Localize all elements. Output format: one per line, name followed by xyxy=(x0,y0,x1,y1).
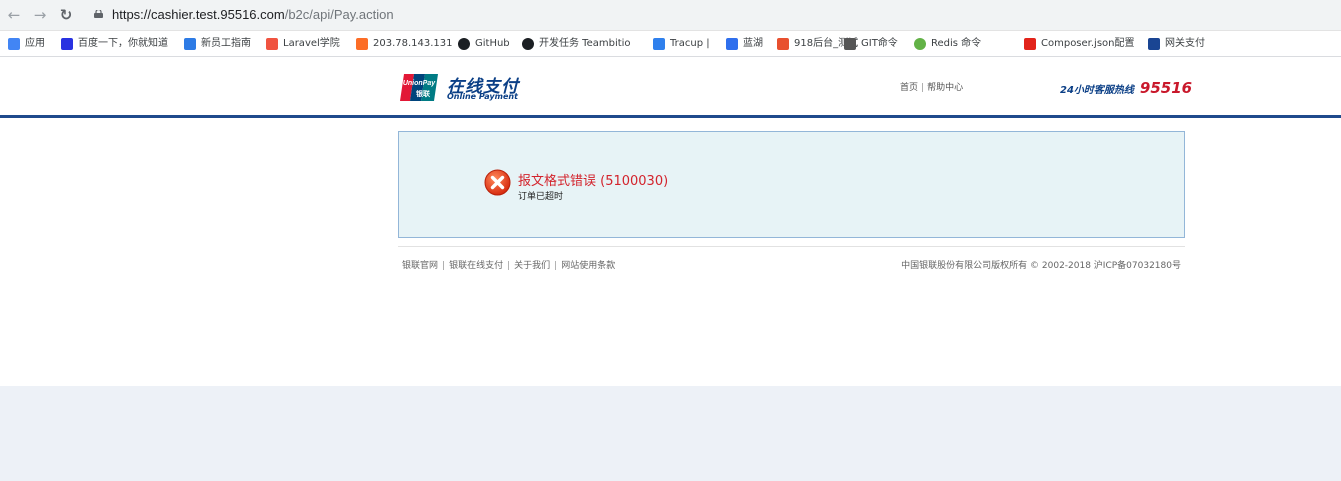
footer-link-unionpay-site[interactable]: 银联官网 xyxy=(402,261,438,271)
top-nav: 首页 | 帮助中心 xyxy=(900,80,963,93)
bookmark-item[interactable]: 203.78.143.131 xyxy=(356,36,453,52)
bookmark-item[interactable]: Tracup | xyxy=(653,36,710,52)
bookmark-item[interactable]: 蓝湖 xyxy=(726,36,763,52)
github-icon xyxy=(458,38,470,50)
bookmark-item[interactable]: Laravel学院 xyxy=(266,36,340,52)
hotline: 24小时客服热线 95516 xyxy=(1060,78,1192,97)
footer-separator: | xyxy=(442,261,446,271)
redis-icon xyxy=(914,38,926,50)
hotline-label: 24小时客服热线 xyxy=(1060,85,1134,96)
bookmark-label: GitHub xyxy=(475,38,510,49)
bookmark-item[interactable]: Redis 命令 xyxy=(914,36,981,52)
footer-separator: | xyxy=(507,261,511,271)
git-script-icon xyxy=(844,38,856,50)
footer-separator: | xyxy=(554,261,558,271)
bookmark-label: 203.78.143.131 xyxy=(373,38,453,49)
bookmark-item[interactable]: 新员工指南 xyxy=(184,36,251,52)
bookmark-item[interactable]: GIT命令 xyxy=(844,36,898,52)
apps-grid-icon xyxy=(8,38,20,50)
unionpay-logo-icon[interactable]: UnionPay 银联 xyxy=(398,73,440,102)
bookmark-label: 应用 xyxy=(25,38,45,49)
doc-icon xyxy=(184,38,196,50)
footer-link-online-payment[interactable]: 银联在线支付 xyxy=(449,261,503,271)
error-x-icon xyxy=(484,169,511,196)
tab-icon xyxy=(777,38,789,50)
bookmark-label: Composer.json配置 xyxy=(1041,38,1135,49)
error-message: 订单已超时 xyxy=(518,192,564,202)
bookmark-label: 蓝湖 xyxy=(743,38,763,49)
bookmark-item[interactable]: 开发任务 Teambitio xyxy=(522,36,631,52)
composer-c-icon xyxy=(1024,38,1036,50)
bookmark-label: 百度一下，你就知道 xyxy=(78,38,168,49)
baidu-paw-icon xyxy=(61,38,73,50)
nav-separator: | xyxy=(921,83,925,93)
bookmark-item[interactable]: 百度一下，你就知道 xyxy=(61,36,168,52)
footer-divider xyxy=(398,246,1185,247)
bookmark-item[interactable]: 网关支付 xyxy=(1148,36,1205,52)
url-path: /b2c/api/Pay.action xyxy=(284,7,394,22)
bookmark-label: Tracup | xyxy=(670,38,710,49)
bookmark-item[interactable]: Composer.json配置 xyxy=(1024,36,1135,52)
logo-subtitle: Online Payment xyxy=(447,92,518,101)
gitlab-fox-icon xyxy=(356,38,368,50)
bookmark-item[interactable]: GitHub xyxy=(458,36,510,52)
footer-links: 银联官网 | 银联在线支付 | 关于我们 | 网站使用条款 xyxy=(402,258,615,271)
footer-link-about-us[interactable]: 关于我们 xyxy=(514,261,550,271)
url-host: https://cashier.test.95516.com xyxy=(112,7,285,22)
reload-icon[interactable]: ↻ xyxy=(58,6,74,24)
header-divider xyxy=(0,115,1341,118)
help-center-link[interactable]: 帮助中心 xyxy=(927,83,963,93)
copyright-text: 中国银联股份有限公司版权所有 © 2002-2018 沪ICP备07032180… xyxy=(901,261,1181,271)
page-bottom-band xyxy=(0,386,1341,481)
home-link[interactable]: 首页 xyxy=(900,83,918,93)
tracup-icon xyxy=(653,38,665,50)
lanhu-icon xyxy=(726,38,738,50)
bookmark-label: 开发任务 Teambitio xyxy=(539,38,631,49)
error-panel xyxy=(398,131,1185,238)
bookmarks-bar: 应用 百度一下，你就知道 新员工指南 Laravel学院 203.78.143.131 G… xyxy=(0,31,1341,57)
bookmark-item[interactable]: 应用 xyxy=(8,36,45,52)
bookmark-label: 新员工指南 xyxy=(201,38,251,49)
unionpay-card-icon xyxy=(1148,38,1160,50)
bookmark-label: Laravel学院 xyxy=(283,38,340,49)
logo-badge-bottom: 银联 xyxy=(416,89,431,98)
back-arrow-icon[interactable]: ← xyxy=(6,6,22,24)
teambition-icon xyxy=(522,38,534,50)
error-title: 报文格式错误 (5100030) xyxy=(518,174,669,189)
logo-badge-top: UnionPay xyxy=(403,80,436,87)
lock-icon[interactable] xyxy=(94,10,103,18)
bookmark-label: Redis 命令 xyxy=(931,38,982,49)
bookmark-label: 网关支付 xyxy=(1165,38,1205,49)
bookmark-label: GIT命令 xyxy=(861,38,898,49)
footer-link-terms[interactable]: 网站使用条款 xyxy=(561,261,615,271)
laravel-icon xyxy=(266,38,278,50)
forward-arrow-icon[interactable]: → xyxy=(32,6,48,24)
url-field[interactable]: https://cashier.test.95516.com/b2c/api/P… xyxy=(112,7,394,23)
browser-address-bar: ← → ↻ https://cashier.test.95516.com/b2c… xyxy=(0,0,1341,31)
hotline-number: 95516 xyxy=(1139,79,1193,97)
